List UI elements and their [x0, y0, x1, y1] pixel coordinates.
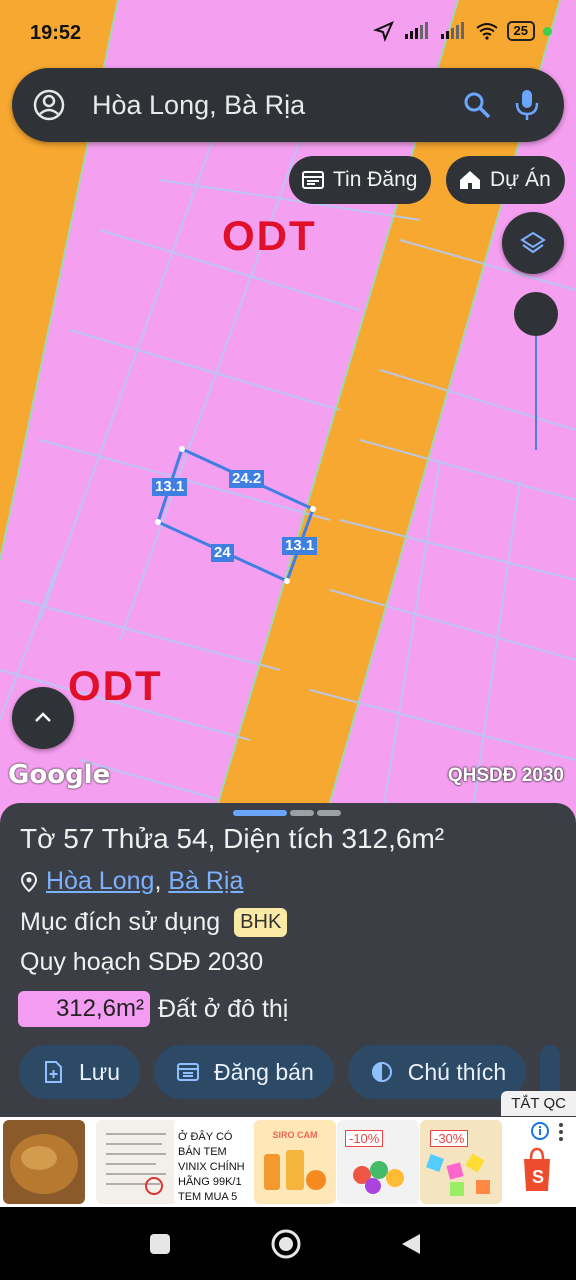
discount-badge: -30% [430, 1130, 469, 1147]
legend-button[interactable]: Chú thích [347, 1045, 527, 1099]
ad-tile-brand: SIRO CAM [272, 1130, 318, 1140]
search-icon[interactable] [462, 90, 492, 120]
save-icon [45, 1061, 62, 1083]
search-input[interactable]: Hòa Long, Bà Rịa [92, 90, 462, 121]
system-nav-bar [0, 1207, 576, 1280]
layers-button[interactable] [502, 212, 564, 274]
sheet-page-indicator[interactable] [233, 810, 287, 816]
back-icon[interactable] [400, 1232, 422, 1256]
tin-dang-label: Tin Đăng [333, 168, 418, 191]
google-logo: Google [8, 760, 111, 790]
ad-product-image[interactable] [3, 1120, 85, 1204]
info-icon[interactable] [530, 1121, 550, 1141]
recents-icon[interactable] [149, 1233, 171, 1255]
land-use-label: Mục đích sử dụng [20, 908, 221, 936]
chevron-up-icon [35, 712, 51, 722]
parcel-edge-length: 24.2 [229, 470, 265, 488]
sell-button[interactable]: Đăng bán [153, 1045, 334, 1099]
sell-label: Đăng bán [213, 1058, 314, 1085]
battery-indicator: 25 [506, 21, 535, 41]
account-icon[interactable] [32, 88, 66, 122]
parcel-edge-length: 24 [211, 544, 234, 562]
area-chip: 312,6m² [18, 991, 150, 1027]
parcel-title: Tờ 57 Thửa 54, Diện tích 312,6m² [20, 823, 445, 854]
zone-label: ODT [222, 212, 317, 259]
ward-link[interactable]: Hòa Long [46, 867, 154, 895]
ad-text-tile[interactable]: Ở ĐÂY CÓ BÁN TEM VINIX CHÍNH HÃNG 99K/1 … [174, 1120, 252, 1204]
signal-icon [404, 22, 428, 39]
plan-layer-label: QHSDĐ 2030 [447, 765, 564, 786]
city-link[interactable]: Bà Rịa [168, 867, 243, 895]
search-bar[interactable]: Hòa Long, Bà Rịa [12, 68, 564, 142]
layers-icon [520, 231, 546, 254]
status-bar: 19:52 25 [0, 0, 576, 56]
du-an-chip[interactable]: Dự Án [446, 156, 565, 204]
calendar-icon [176, 1063, 199, 1081]
ad-product-image[interactable]: -30% [420, 1120, 502, 1204]
parcel-info-sheet: Tờ 57 Thửa 54, Diện tích 312,6m² Hòa Lon… [0, 803, 576, 1117]
save-label: Lưu [79, 1058, 120, 1085]
tin-dang-chip[interactable]: Tin Đăng [289, 156, 432, 204]
privacy-dot [543, 26, 552, 36]
ad-product-image[interactable] [96, 1120, 178, 1204]
parcel-location: Hòa Long, Bà Rịa [20, 867, 243, 896]
area-description: Đất ở đô thị [158, 994, 289, 1023]
du-an-label: Dự Án [490, 168, 551, 191]
house-icon [460, 171, 480, 189]
ad-banner[interactable]: TẮT QC Ở ĐÂY CÓ BÁN TEM VINIX CHÍNH HÃNG… [0, 1091, 576, 1207]
svg-text:S: S [532, 1167, 544, 1187]
location-pin-icon [20, 871, 38, 892]
legend-icon [371, 1062, 392, 1082]
home-icon[interactable] [270, 1228, 302, 1260]
expand-button[interactable] [12, 687, 74, 749]
plan-text: Quy hoạch SDĐ 2030 [20, 948, 264, 976]
save-button[interactable]: Lưu [19, 1045, 140, 1099]
sheet-page-indicator[interactable] [317, 810, 341, 816]
sheet-page-indicator[interactable] [290, 810, 314, 816]
discount-badge: -10% [345, 1130, 384, 1147]
parcel-edge-length: 13.1 [152, 478, 188, 496]
location-separator: , [154, 867, 162, 895]
listing-icon [302, 171, 324, 189]
opacity-slider-knob[interactable] [514, 292, 558, 336]
land-use-badge: BHK [234, 908, 288, 937]
more-vert-icon[interactable] [556, 1121, 566, 1143]
clock: 19:52 [30, 22, 82, 44]
location-arrow-icon [372, 21, 394, 42]
wifi-icon [475, 23, 498, 40]
parcel-edge-length: 13.1 [282, 537, 318, 555]
mic-icon[interactable] [514, 88, 540, 122]
ad-product-image[interactable]: -10% [337, 1120, 419, 1204]
close-ad-button[interactable]: TẮT QC [501, 1091, 576, 1116]
legend-label: Chú thích [407, 1058, 507, 1085]
signal-icon [440, 22, 464, 39]
ad-product-image[interactable]: SIRO CAM [254, 1120, 336, 1204]
ad-text: Ở ĐÂY CÓ BÁN TEM VINIX CHÍNH HÃNG 99K/1 … [178, 1131, 245, 1203]
zone-label: ODT [68, 662, 163, 709]
